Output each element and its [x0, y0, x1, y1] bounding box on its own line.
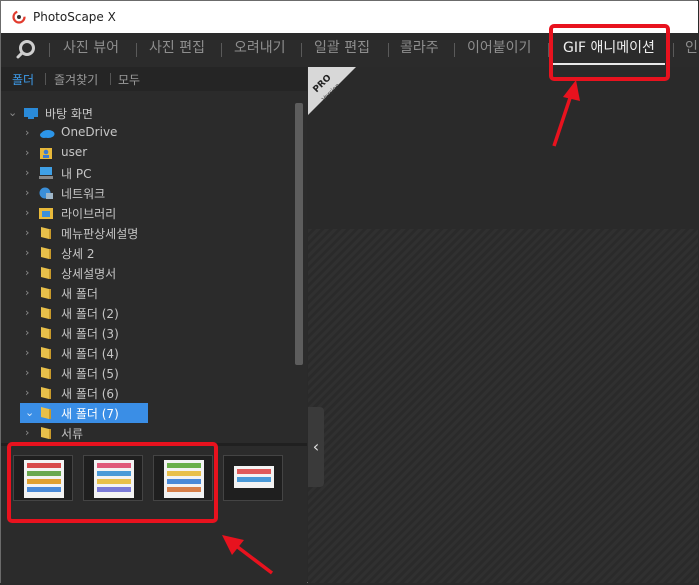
- annotation-arrows: [222, 80, 580, 575]
- annotation-arrow-line: [233, 543, 274, 575]
- annotation-arrow-head: [222, 535, 244, 555]
- annotation-arrow-line: [552, 91, 574, 147]
- annotation-arrow-head: [563, 80, 580, 101]
